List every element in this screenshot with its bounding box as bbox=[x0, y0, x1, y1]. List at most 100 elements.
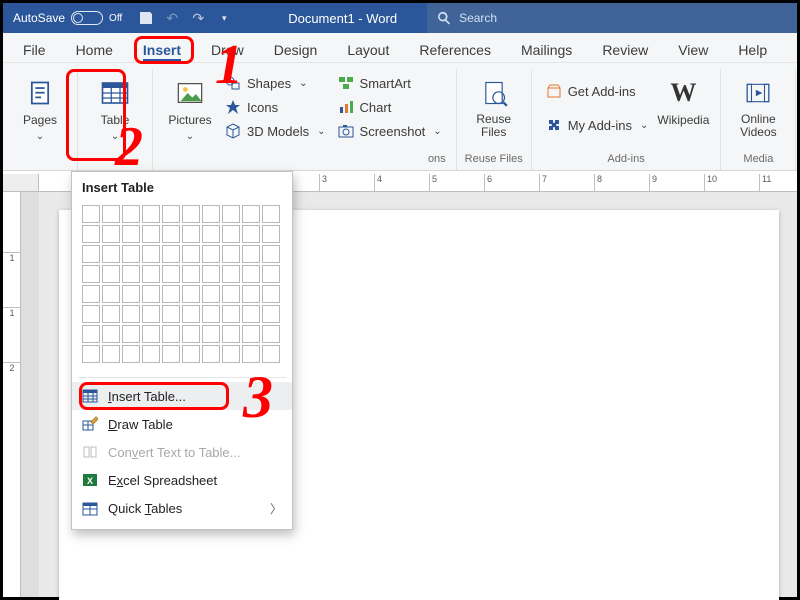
table-size-grid[interactable] bbox=[72, 201, 292, 373]
table-size-cell[interactable] bbox=[162, 345, 180, 363]
table-size-cell[interactable] bbox=[262, 205, 280, 223]
table-size-cell[interactable] bbox=[82, 325, 100, 343]
online-videos-button[interactable]: Online Videos bbox=[729, 69, 787, 141]
menu-excel-spreadsheet[interactable]: X Excel Spreadsheet bbox=[72, 466, 292, 494]
table-size-cell[interactable] bbox=[122, 245, 140, 263]
table-size-cell[interactable] bbox=[222, 325, 240, 343]
table-size-cell[interactable] bbox=[242, 265, 260, 283]
table-size-cell[interactable] bbox=[262, 285, 280, 303]
table-size-cell[interactable] bbox=[222, 205, 240, 223]
search-box[interactable]: Search bbox=[427, 3, 797, 33]
table-size-cell[interactable] bbox=[142, 305, 160, 323]
table-size-cell[interactable] bbox=[162, 225, 180, 243]
wikipedia-button[interactable]: W Wikipedia bbox=[654, 69, 712, 129]
table-size-cell[interactable] bbox=[242, 305, 260, 323]
table-size-cell[interactable] bbox=[122, 285, 140, 303]
table-size-cell[interactable] bbox=[202, 225, 220, 243]
pictures-button[interactable]: Pictures ⌄ bbox=[161, 69, 219, 144]
table-size-cell[interactable] bbox=[122, 205, 140, 223]
table-size-cell[interactable] bbox=[202, 325, 220, 343]
redo-icon[interactable]: ↷ bbox=[190, 10, 206, 26]
tab-layout[interactable]: Layout bbox=[333, 37, 403, 62]
autosave-toggle[interactable]: AutoSave Off bbox=[3, 11, 132, 25]
save-icon[interactable] bbox=[138, 10, 154, 26]
table-size-cell[interactable] bbox=[222, 265, 240, 283]
table-size-cell[interactable] bbox=[142, 285, 160, 303]
my-addins-button[interactable]: My Add-ins⌄ bbox=[542, 115, 653, 135]
table-size-cell[interactable] bbox=[222, 345, 240, 363]
table-size-cell[interactable] bbox=[222, 285, 240, 303]
tab-mailings[interactable]: Mailings bbox=[507, 37, 586, 62]
table-size-cell[interactable] bbox=[102, 305, 120, 323]
table-size-cell[interactable] bbox=[162, 305, 180, 323]
tab-insert[interactable]: Insert bbox=[129, 37, 195, 62]
table-size-cell[interactable] bbox=[102, 265, 120, 283]
screenshot-button[interactable]: Screenshot⌄ bbox=[334, 121, 446, 141]
table-size-cell[interactable] bbox=[102, 325, 120, 343]
table-size-cell[interactable] bbox=[142, 225, 160, 243]
menu-quick-tables[interactable]: Quick Tables 〉 bbox=[72, 494, 292, 523]
table-button[interactable]: Table ⌄ bbox=[86, 69, 144, 144]
menu-draw-table[interactable]: Draw Table bbox=[72, 410, 292, 438]
table-size-cell[interactable] bbox=[142, 205, 160, 223]
table-size-cell[interactable] bbox=[182, 225, 200, 243]
table-size-cell[interactable] bbox=[262, 265, 280, 283]
table-size-cell[interactable] bbox=[82, 205, 100, 223]
shapes-button[interactable]: Shapes⌄ bbox=[221, 73, 330, 93]
table-size-cell[interactable] bbox=[122, 225, 140, 243]
tab-review[interactable]: Review bbox=[588, 37, 662, 62]
table-size-cell[interactable] bbox=[82, 225, 100, 243]
table-size-cell[interactable] bbox=[262, 345, 280, 363]
reuse-files-button[interactable]: Reuse Files bbox=[465, 69, 523, 141]
table-size-cell[interactable] bbox=[202, 305, 220, 323]
tab-help[interactable]: Help bbox=[724, 37, 781, 62]
table-size-cell[interactable] bbox=[102, 345, 120, 363]
table-size-cell[interactable] bbox=[222, 245, 240, 263]
table-size-cell[interactable] bbox=[102, 285, 120, 303]
table-size-cell[interactable] bbox=[242, 245, 260, 263]
tab-view[interactable]: View bbox=[664, 37, 722, 62]
table-size-cell[interactable] bbox=[182, 305, 200, 323]
3d-models-button[interactable]: 3D Models⌄ bbox=[221, 121, 330, 141]
table-size-cell[interactable] bbox=[202, 285, 220, 303]
table-size-cell[interactable] bbox=[182, 245, 200, 263]
table-size-cell[interactable] bbox=[242, 345, 260, 363]
table-size-cell[interactable] bbox=[102, 245, 120, 263]
table-size-cell[interactable] bbox=[142, 345, 160, 363]
table-size-cell[interactable] bbox=[162, 265, 180, 283]
table-size-cell[interactable] bbox=[82, 345, 100, 363]
table-size-cell[interactable] bbox=[122, 345, 140, 363]
menu-insert-table[interactable]: IInsert Table...nsert Table... bbox=[72, 382, 292, 410]
smartart-button[interactable]: SmartArt bbox=[334, 73, 446, 93]
table-size-cell[interactable] bbox=[162, 325, 180, 343]
table-size-cell[interactable] bbox=[222, 305, 240, 323]
table-size-cell[interactable] bbox=[182, 205, 200, 223]
table-size-cell[interactable] bbox=[82, 285, 100, 303]
table-size-cell[interactable] bbox=[242, 325, 260, 343]
pages-button[interactable]: Pages ⌄ bbox=[11, 69, 69, 144]
table-size-cell[interactable] bbox=[82, 265, 100, 283]
qat-dropdown-icon[interactable]: ▾ bbox=[216, 10, 232, 26]
table-size-cell[interactable] bbox=[82, 305, 100, 323]
table-size-cell[interactable] bbox=[122, 265, 140, 283]
icons-button[interactable]: Icons bbox=[221, 97, 330, 117]
table-size-cell[interactable] bbox=[242, 225, 260, 243]
table-size-cell[interactable] bbox=[242, 205, 260, 223]
table-size-cell[interactable] bbox=[162, 285, 180, 303]
table-size-cell[interactable] bbox=[262, 225, 280, 243]
table-size-cell[interactable] bbox=[182, 265, 200, 283]
undo-icon[interactable]: ↶ bbox=[164, 10, 180, 26]
table-size-cell[interactable] bbox=[102, 225, 120, 243]
table-size-cell[interactable] bbox=[202, 265, 220, 283]
table-size-cell[interactable] bbox=[182, 285, 200, 303]
table-size-cell[interactable] bbox=[162, 245, 180, 263]
table-size-cell[interactable] bbox=[242, 285, 260, 303]
table-size-cell[interactable] bbox=[262, 305, 280, 323]
tab-references[interactable]: References bbox=[405, 37, 505, 62]
tab-home[interactable]: Home bbox=[62, 37, 127, 62]
table-size-cell[interactable] bbox=[142, 325, 160, 343]
table-size-cell[interactable] bbox=[82, 245, 100, 263]
table-size-cell[interactable] bbox=[182, 345, 200, 363]
tab-draw[interactable]: Draw bbox=[197, 37, 258, 62]
tab-design[interactable]: Design bbox=[260, 37, 332, 62]
